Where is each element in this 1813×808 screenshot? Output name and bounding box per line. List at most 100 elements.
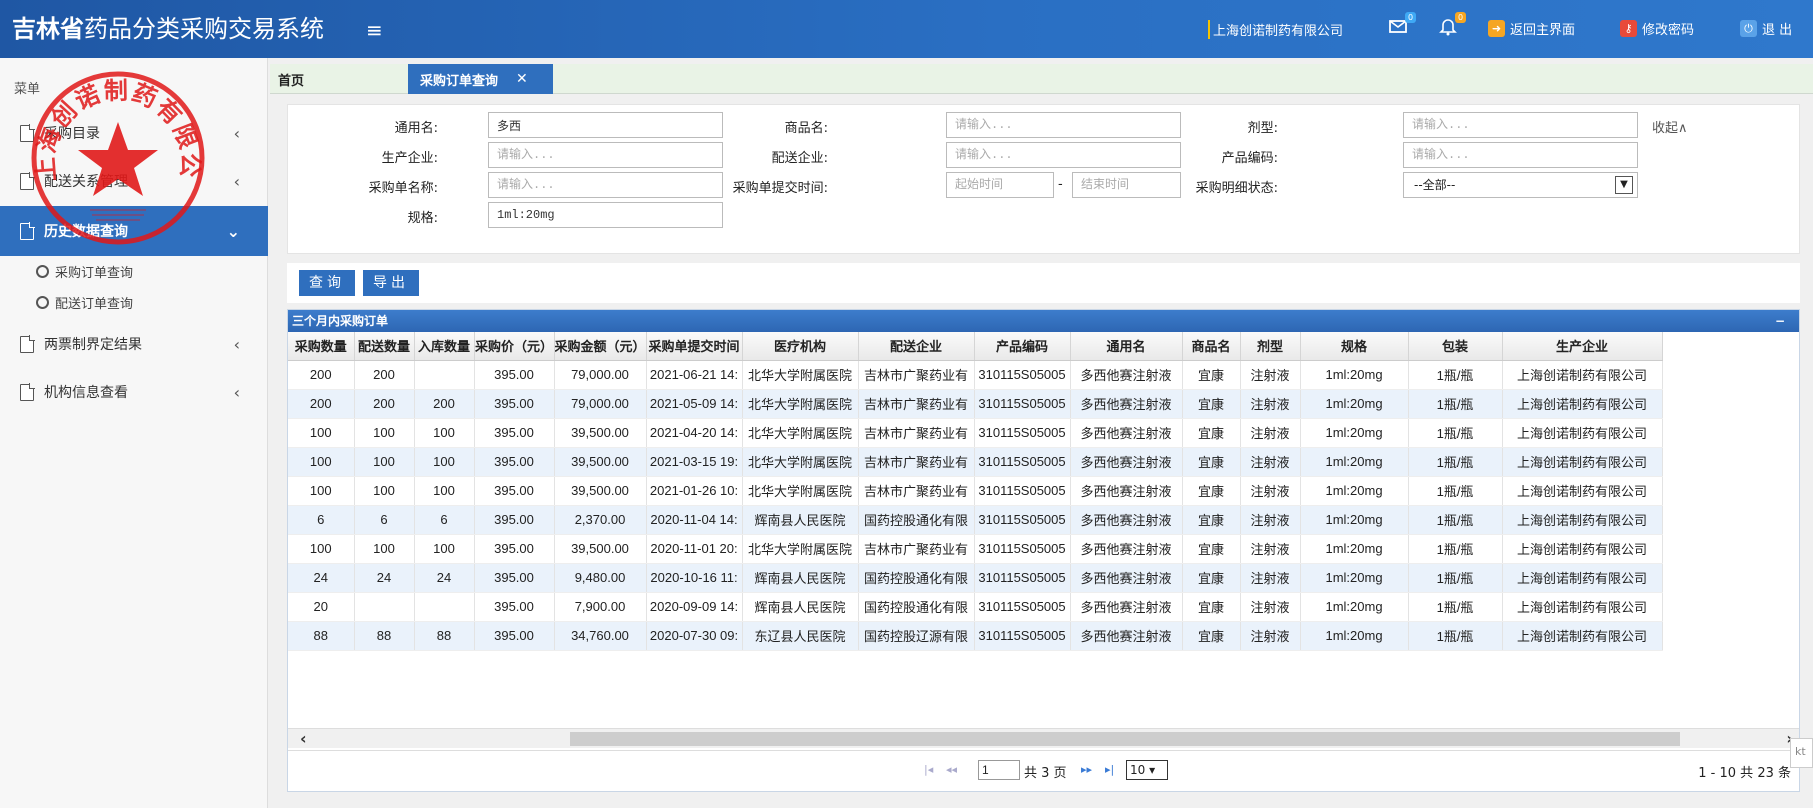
table-cell [414, 360, 475, 390]
sidebar-item-institution[interactable]: 机构信息查看 ‹ [0, 368, 268, 416]
column-header[interactable]: 医疗机构 [742, 332, 859, 361]
table-cell: 100 [414, 418, 475, 448]
table-cell: 宜康 [1182, 447, 1241, 477]
table-row[interactable]: 100 100 100 395.00 39,500.00 2021-04-20 14: 北华… [288, 418, 1663, 448]
menu-toggle-icon[interactable]: ≡ [366, 18, 383, 42]
column-header[interactable]: 产品编码 [974, 332, 1071, 361]
bell-icon[interactable]: 0 [1438, 12, 1466, 38]
sidebar-item-two-invoice[interactable]: 两票制界定结果 ‹ [0, 320, 268, 368]
logout-button[interactable]: ⏻ 退 出 [1740, 19, 1792, 38]
sidebar-subitem-distribution-orders[interactable]: 配送订单查询 [36, 293, 133, 312]
close-icon[interactable]: ✕ [516, 71, 528, 87]
horizontal-scrollbar[interactable]: ‹ › [288, 728, 1799, 748]
table-cell: 24 [354, 563, 415, 593]
column-header[interactable]: 生产企业 [1502, 332, 1663, 361]
table-cell: 国药控股通化有限 [858, 592, 975, 622]
sidebar-item-history[interactable]: 历史数据查询 ⌄ [0, 206, 268, 256]
time-separator: - [1058, 177, 1063, 192]
status-select[interactable]: --全部-- ▼ [1403, 172, 1638, 198]
column-header[interactable]: 配送企业 [858, 332, 975, 361]
export-button[interactable]: 导出 [363, 270, 419, 296]
table-row[interactable]: 6 6 6 395.00 2,370.00 2020-11-04 14: 辉南县人民医院 国药… [288, 505, 1663, 535]
column-header[interactable]: 包装 [1408, 332, 1503, 361]
table-row[interactable]: 200 200 200 395.00 79,000.00 2021-05-09 14: 北华… [288, 389, 1663, 419]
scrollbar-thumb[interactable] [570, 732, 1680, 746]
sidebar-item-label: 历史数据查询 [44, 224, 128, 240]
column-header[interactable]: 入库数量 [414, 332, 475, 361]
table-row[interactable]: 200 200 395.00 79,000.00 2021-06-21 14: 北华大学附… [288, 360, 1663, 390]
column-header[interactable]: 剂型 [1240, 332, 1301, 361]
table-row[interactable]: 88 88 88 395.00 34,760.00 2020-07-30 09: 东辽县人民… [288, 621, 1663, 651]
table-cell: 1瓶/瓶 [1408, 592, 1503, 622]
scroll-left-icon[interactable]: ‹ [300, 729, 307, 748]
first-page-icon[interactable]: |◂ [924, 763, 933, 776]
tab-purchase-orders[interactable]: 采购订单查询 ✕ [408, 64, 553, 94]
generic-name-label: 通用名: [394, 121, 438, 136]
table-cell: 9,480.00 [554, 563, 647, 593]
next-page-icon[interactable]: ▸▸ [1081, 763, 1092, 776]
table-cell: 1瓶/瓶 [1408, 563, 1503, 593]
change-password-button[interactable]: ⚷ 修改密码 [1620, 19, 1694, 38]
last-page-icon[interactable]: ▸| [1105, 763, 1114, 776]
logout-label: 退 出 [1762, 23, 1793, 38]
table-cell: 注射液 [1240, 360, 1301, 390]
chevron-down-icon: ⌄ [226, 221, 240, 241]
table-row[interactable]: 100 100 100 395.00 39,500.00 2021-01-26 10: 北华… [288, 476, 1663, 506]
table-cell: 310115S05005 [974, 360, 1071, 390]
dosage-label: 剂型: [1247, 121, 1278, 136]
chevron-left-icon: ‹ [233, 171, 240, 191]
page-number-input[interactable]: 1 [978, 760, 1020, 780]
back-main-button[interactable]: ➜ 返回主界面 [1488, 19, 1575, 38]
table-cell: 1ml:20mg [1300, 592, 1409, 622]
product-code-input[interactable] [1403, 142, 1638, 168]
document-icon [20, 335, 35, 353]
column-header[interactable]: 采购价（元） [474, 332, 555, 361]
table-cell: 多西他赛注射液 [1070, 592, 1183, 622]
sidebar-item-distribution[interactable]: 配送关系管理 ‹ [0, 157, 268, 205]
table-cell: 注射液 [1240, 418, 1301, 448]
table-cell: 2020-09-09 14: [646, 592, 743, 622]
table-cell: 注射液 [1240, 447, 1301, 477]
table-row[interactable]: 20 395.00 7,900.00 2020-09-09 14: 辉南县人民医院 国药控… [288, 592, 1663, 622]
dosage-input[interactable] [1403, 112, 1638, 138]
prev-page-icon[interactable]: ◂◂ [946, 763, 957, 776]
table-cell: 注射液 [1240, 389, 1301, 419]
table-cell: 多西他赛注射液 [1070, 418, 1183, 448]
column-header[interactable]: 采购单提交时间 [646, 332, 743, 361]
column-header[interactable]: 采购金额（元） [554, 332, 647, 361]
table-cell: 200 [354, 389, 415, 419]
table-cell: 宜康 [1182, 389, 1241, 419]
column-header[interactable]: 通用名 [1070, 332, 1183, 361]
spec-input[interactable] [488, 202, 723, 228]
table-cell: 吉林市广聚药业有 [858, 534, 975, 564]
table-cell: 上海创诺制药有限公司 [1502, 476, 1663, 506]
start-time-input[interactable] [946, 172, 1054, 198]
table-cell: 注射液 [1240, 621, 1301, 651]
table-cell: 395.00 [474, 447, 555, 477]
column-header[interactable]: 配送数量 [354, 332, 415, 361]
sidebar-subitem-purchase-orders[interactable]: 采购订单查询 [36, 262, 133, 281]
table-row[interactable]: 100 100 100 395.00 39,500.00 2020-11-01 20: 北华… [288, 534, 1663, 564]
table-row[interactable]: 100 100 100 395.00 39,500.00 2021-03-15 19: 北华… [288, 447, 1663, 477]
table-cell: 2020-11-04 14: [646, 505, 743, 535]
column-header[interactable]: 商品名 [1182, 332, 1241, 361]
query-button[interactable]: 查询 [299, 270, 355, 296]
column-header[interactable]: 采购数量 [288, 332, 355, 361]
table-cell: 100 [414, 447, 475, 477]
sidebar-item-catalog[interactable]: 采购目录 ‹ [0, 109, 268, 157]
mail-icon[interactable]: 0 [1388, 12, 1416, 38]
table-row[interactable]: 24 24 24 395.00 9,480.00 2020-10-16 11: 辉南县人民医… [288, 563, 1663, 593]
minimize-icon[interactable]: − [1775, 310, 1785, 332]
table-cell: 100 [354, 476, 415, 506]
table-cell: 39,500.00 [554, 418, 647, 448]
mail-badge: 0 [1405, 12, 1416, 23]
table-cell: 北华大学附属医院 [742, 360, 859, 390]
table-cell: 1瓶/瓶 [1408, 621, 1503, 651]
collapse-toggle[interactable]: 收起∧ [1652, 117, 1688, 136]
back-main-label: 返回主界面 [1510, 23, 1576, 38]
table-cell: 辉南县人民医院 [742, 505, 859, 535]
tab-home[interactable]: 首页 [278, 70, 304, 89]
column-header[interactable]: 规格 [1300, 332, 1409, 361]
page-size-select[interactable]: 10 ▾ [1126, 760, 1168, 780]
table-cell: 1瓶/瓶 [1408, 360, 1503, 390]
